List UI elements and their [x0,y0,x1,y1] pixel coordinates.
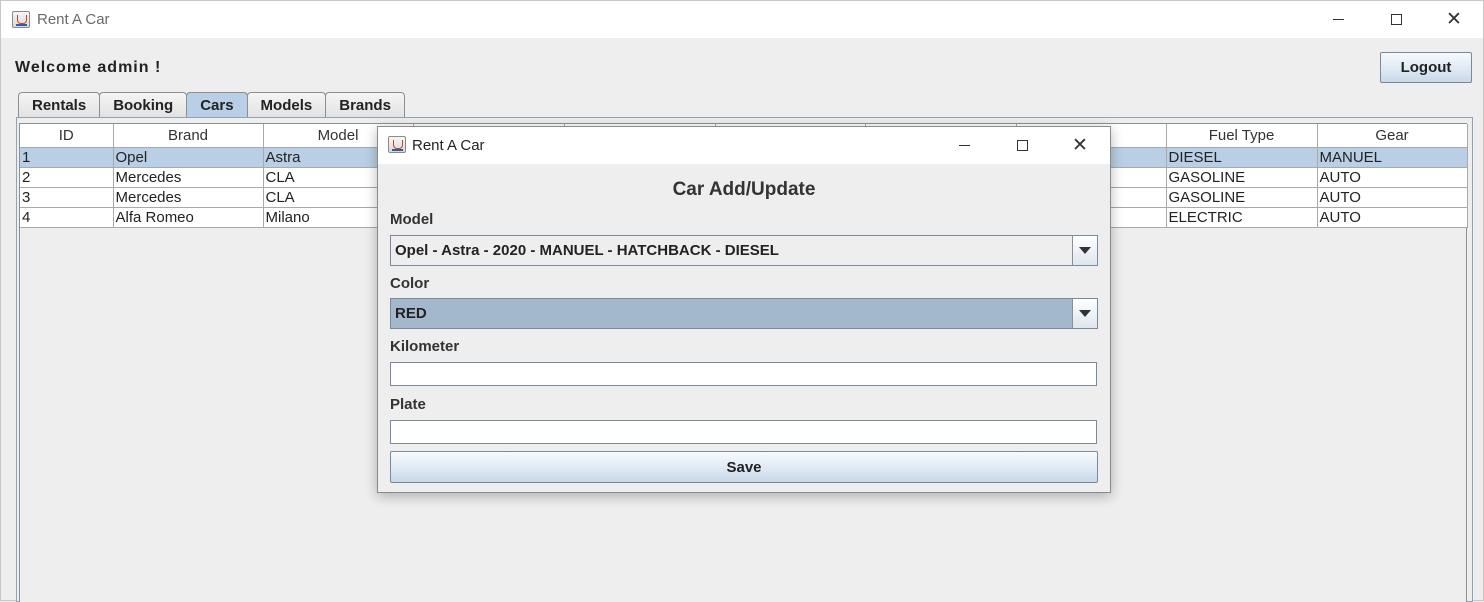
column-header-brand[interactable]: Brand [113,124,264,148]
dialog-minimize-button[interactable] [935,127,993,164]
tab-rentals[interactable]: Rentals [18,92,101,117]
column-header-id[interactable]: ID [20,124,114,148]
cell-fuel-type: GASOLINE [1166,167,1318,188]
kilometer-label: Kilometer [390,338,460,355]
color-combobox[interactable]: RED [390,298,1098,329]
cell-gear: AUTO [1317,207,1468,228]
logout-button[interactable]: Logout [1380,52,1472,83]
tab-models[interactable]: Models [246,92,327,117]
model-combobox[interactable]: Opel - Astra - 2020 - MANUEL - HATCHBACK… [390,235,1098,266]
close-icon: ✕ [1446,9,1462,30]
column-header-fuel-type[interactable]: Fuel Type [1166,124,1318,148]
tab-cars[interactable]: Cars [186,92,248,118]
cell-id: 2 [20,167,114,188]
dialog-titlebar[interactable]: Rent A Car ✕ [378,127,1110,164]
save-button[interactable]: Save [390,451,1098,483]
minimize-icon [958,145,970,146]
maximize-button[interactable] [1367,1,1425,38]
chevron-down-icon[interactable] [1072,299,1097,328]
cell-gear: MANUEL [1317,147,1468,168]
tab-booking[interactable]: Booking [99,92,188,117]
kilometer-field[interactable] [390,362,1097,386]
column-header-gear[interactable]: Gear [1317,124,1468,148]
cell-fuel-type: ELECTRIC [1166,207,1318,228]
cell-brand: Mercedes [113,167,264,188]
close-icon: ✕ [1072,135,1088,156]
maximize-icon [1016,140,1028,151]
dialog-heading: Car Add/Update [672,179,816,200]
minimize-button[interactable] [1309,1,1367,38]
plate-label: Plate [390,396,426,413]
plate-field[interactable] [390,420,1097,444]
cell-fuel-type: GASOLINE [1166,187,1318,208]
tab-brands[interactable]: Brands [325,92,405,117]
car-add-update-dialog: Rent A Car ✕ Car Add/Update Model Opel -… [377,126,1111,493]
cell-id: 4 [20,207,114,228]
maximize-icon [1390,14,1402,25]
tab-bar: Rentals Booking Cars Models Brands [18,92,405,118]
cell-fuel-type: DIESEL [1166,147,1318,168]
dialog-maximize-button[interactable] [993,127,1051,164]
window-title: Rent A Car [37,11,110,28]
dialog-title: Rent A Car [412,137,485,154]
java-app-icon [12,11,30,28]
model-label: Model [390,211,434,228]
close-button[interactable]: ✕ [1425,1,1483,38]
main-titlebar[interactable]: Rent A Car ✕ [1,1,1483,38]
chevron-down-icon[interactable] [1072,236,1097,265]
cell-id: 1 [20,147,114,168]
cell-brand: Alfa Romeo [113,207,264,228]
dialog-close-button[interactable]: ✕ [1051,127,1109,164]
cell-gear: AUTO [1317,187,1468,208]
welcome-text: Welcome admin ! [15,59,162,76]
color-selected-value: RED [395,305,427,322]
cell-brand: Mercedes [113,187,264,208]
model-selected-value: Opel - Astra - 2020 - MANUEL - HATCHBACK… [395,242,779,259]
cell-brand: Opel [113,147,264,168]
cell-gear: AUTO [1317,167,1468,188]
main-window: Rent A Car ✕ Welcome admin ! Logout Rent… [0,0,1484,602]
java-app-icon [388,136,406,153]
minimize-icon [1332,19,1344,20]
color-label: Color [390,275,430,292]
cell-id: 3 [20,187,114,208]
